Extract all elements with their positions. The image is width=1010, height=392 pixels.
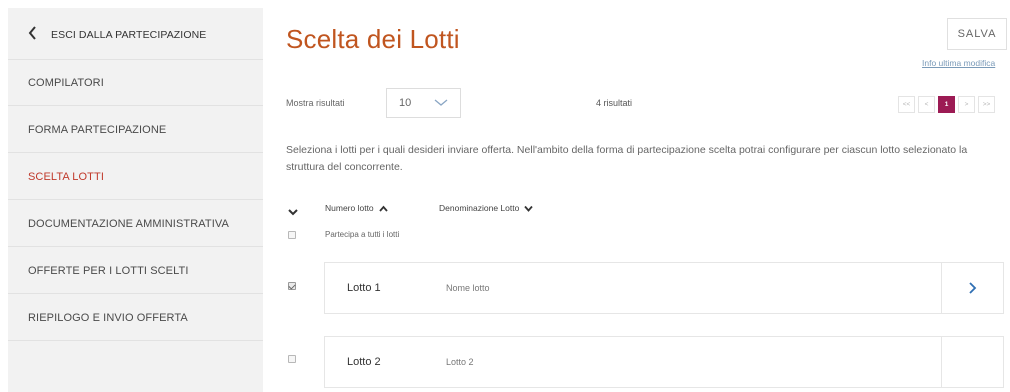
column-header-lot-number[interactable]: Numero lotto (325, 203, 388, 213)
column-header-lot-number-label: Numero lotto (325, 203, 374, 213)
page-title: Scelta dei Lotti (286, 24, 460, 54)
results-count: 4 risultati (596, 98, 633, 108)
lot-row: Lotto 1 Nome lotto (324, 262, 1004, 314)
chevron-left-icon (28, 25, 37, 44)
sidebar-item-riepilogo-invio[interactable]: RIEPILOGO E INVIO OFFERTA (8, 295, 263, 341)
select-all-lots-checkbox[interactable] (288, 231, 296, 239)
sidebar-item-compilatori[interactable]: COMPILATORI (8, 60, 263, 106)
sidebar-item-forma-partecipazione[interactable]: FORMA PARTECIPAZIONE (8, 107, 263, 153)
column-header-lot-name-label: Denominazione Lotto (439, 203, 520, 213)
sidebar-item-label: SCELTA LOTTI (28, 170, 104, 183)
lot-name: Lotto 1 (347, 282, 381, 294)
lot-name: Lotto 2 (347, 356, 381, 368)
pagination-first-button[interactable]: << (898, 96, 915, 113)
page-size-select[interactable]: 10 (386, 88, 461, 118)
lot-1-checkbox[interactable] (288, 282, 296, 290)
sidebar-item-label: OFFERTE PER I LOTTI SCELTI (28, 264, 189, 277)
chevron-down-icon (434, 96, 448, 110)
expand-all-toggle-icon[interactable] (288, 203, 298, 216)
exit-participation-label: ESCI DALLA PARTECIPAZIONE (51, 28, 207, 41)
sidebar-item-label: COMPILATORI (28, 76, 104, 89)
sort-desc-icon (524, 205, 534, 212)
lot-1-open-button[interactable] (941, 263, 1003, 313)
instructions-text: Seleziona i lotti per i quali desideri i… (286, 144, 968, 173)
sidebar-item-scelta-lotti[interactable]: SCELTA LOTTI (8, 154, 263, 200)
lot-description: Nome lotto (446, 283, 490, 293)
lot-2-open-button[interactable] (941, 337, 1003, 387)
lot-row: Lotto 2 Lotto 2 (324, 336, 1004, 388)
chevron-right-icon (969, 282, 977, 294)
sidebar-item-offerte-lotti[interactable]: OFFERTE PER I LOTTI SCELTI (8, 248, 263, 294)
page-size-value: 10 (399, 97, 412, 109)
lot-2-checkbox[interactable] (288, 355, 296, 363)
pagination-current-page[interactable]: 1 (938, 96, 955, 113)
pagination-prev-button[interactable]: < (918, 96, 935, 113)
lot-description: Lotto 2 (446, 357, 474, 367)
pagination: << < 1 > >> (898, 96, 995, 113)
pagination-next-button[interactable]: > (958, 96, 975, 113)
sidebar-item-label: FORMA PARTECIPAZIONE (28, 123, 167, 136)
pagination-last-button[interactable]: >> (978, 96, 995, 113)
sort-asc-icon (378, 205, 388, 212)
select-all-lots-label: Partecipa a tutti i lotti (325, 230, 400, 239)
save-button[interactable]: SALVA (947, 18, 1007, 50)
sidebar-item-label: DOCUMENTAZIONE AMMINISTRATIVA (28, 217, 229, 230)
sidebar-item-documentazione-amministrativa[interactable]: DOCUMENTAZIONE AMMINISTRATIVA (8, 201, 263, 247)
sidebar: ESCI DALLA PARTECIPAZIONE COMPILATORI FO… (8, 8, 263, 392)
show-results-label: Mostra risultati (286, 98, 345, 108)
sidebar-item-label: RIEPILOGO E INVIO OFFERTA (28, 311, 188, 324)
main-content: Scelta dei Lotti SALVA Info ultima modif… (264, 0, 1010, 392)
exit-participation-button[interactable]: ESCI DALLA PARTECIPAZIONE (8, 10, 263, 60)
last-modified-info-link[interactable]: Info ultima modifica (922, 58, 995, 68)
column-header-lot-name[interactable]: Denominazione Lotto (439, 203, 534, 213)
